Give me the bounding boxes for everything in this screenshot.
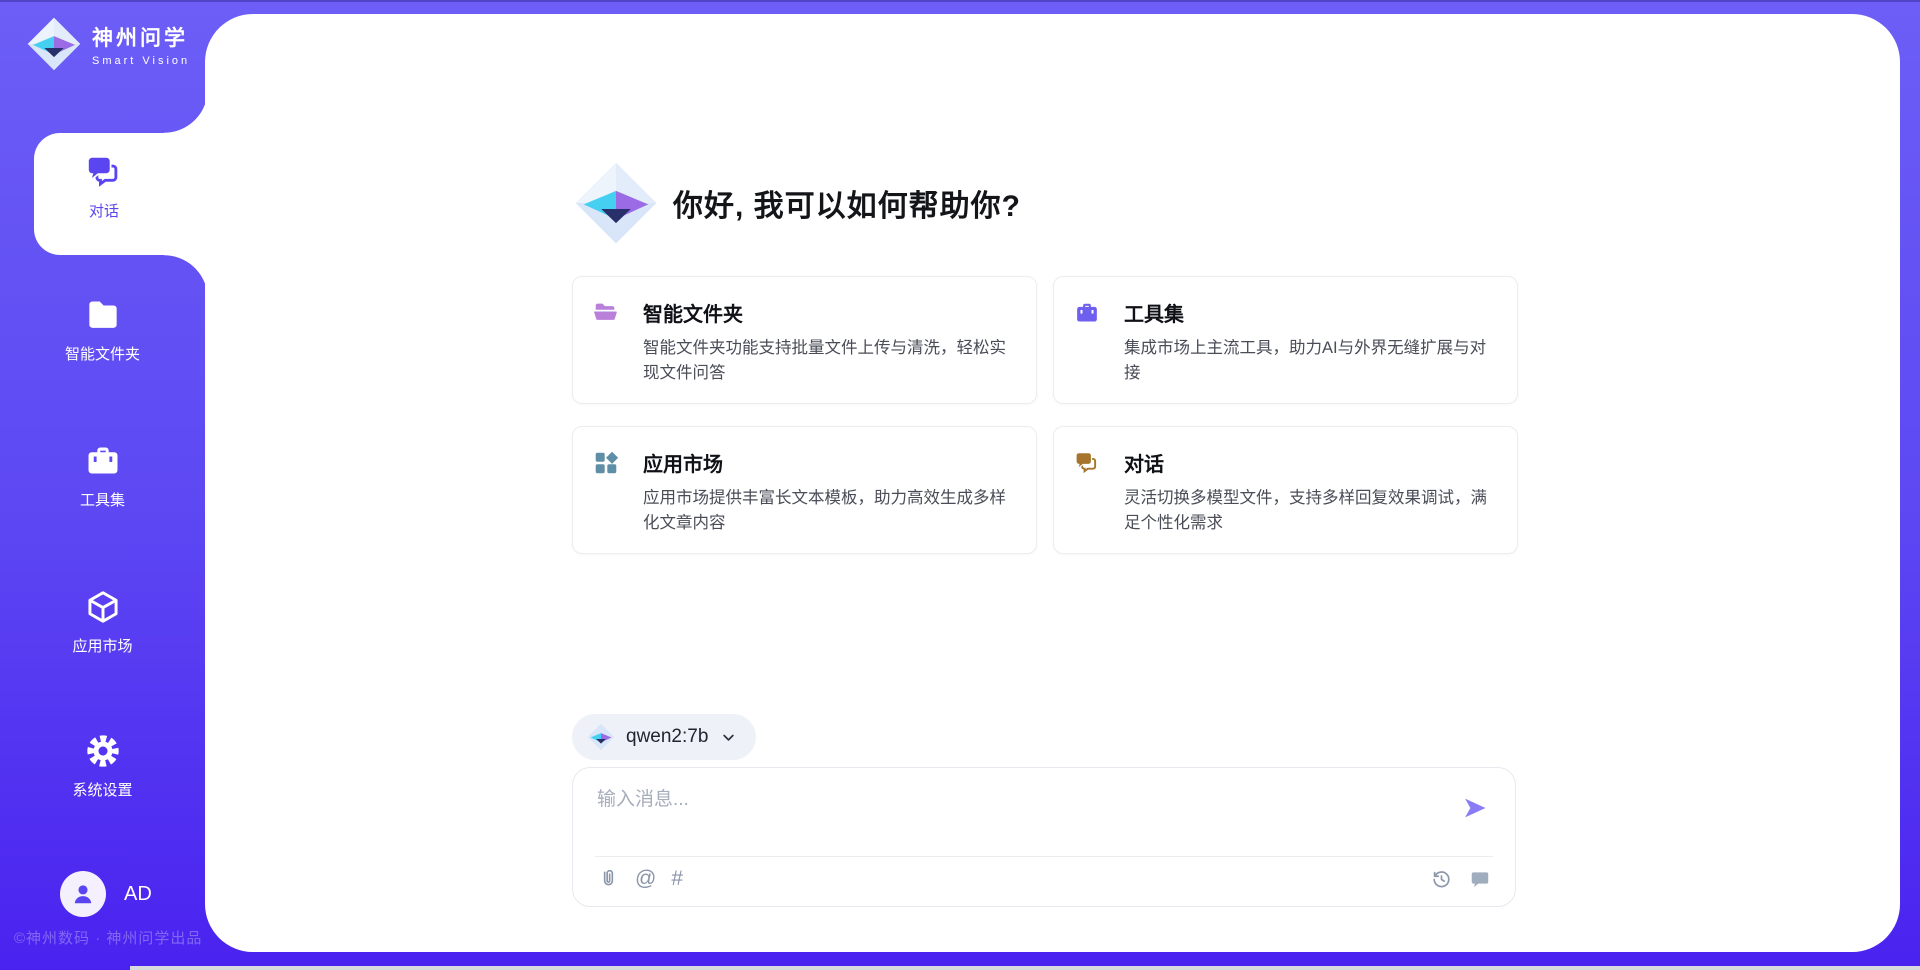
- brand-name: 神州问学: [92, 22, 190, 52]
- window-bottom-edge: [130, 966, 1920, 970]
- sidebar-item-app-market[interactable]: 应用市场: [0, 588, 205, 656]
- message-input[interactable]: [597, 785, 1417, 815]
- tab-curve-top: [164, 89, 208, 133]
- card-description: 应用市场提供丰富长文本模板，助力高效生成多样化文章内容: [643, 486, 1012, 536]
- folder-open-icon: [593, 300, 619, 326]
- at-icon[interactable]: @: [635, 867, 656, 890]
- message-composer: @ #: [572, 767, 1516, 907]
- card-description: 智能文件夹功能支持批量文件上传与清洗，轻松实现文件问答: [643, 336, 1012, 386]
- chat-bubble-icon: [1468, 868, 1491, 891]
- sidebar-item-smart-folder[interactable]: 智能文件夹: [0, 296, 205, 364]
- sidebar-item-label: 工具集: [80, 489, 125, 510]
- card-description: 灵活切换多模型文件，支持多样回复效果调试，满足个性化需求: [1124, 486, 1493, 536]
- sidebar-item-settings[interactable]: 系统设置: [0, 732, 205, 800]
- main-panel: 你好, 我可以如何帮助你? 智能文件夹 智能文件夹功能支持批量文件上传与清洗，轻…: [205, 14, 1900, 952]
- attach-file-button[interactable]: [597, 867, 620, 890]
- model-name: qwen2:7b: [626, 726, 708, 748]
- history-button[interactable]: [1430, 868, 1453, 891]
- person-icon: [70, 881, 96, 907]
- composer-tools-left: @ #: [597, 867, 683, 890]
- card-app-market[interactable]: 应用市场 应用市场提供丰富长文本模板，助力高效生成多样化文章内容: [572, 426, 1037, 554]
- user-initials: AD: [124, 883, 152, 906]
- gear-icon: [84, 732, 122, 770]
- card-title: 智能文件夹: [643, 298, 743, 327]
- sidebar-item-label: 系统设置: [72, 779, 132, 800]
- sidebar-item-chat[interactable]: 对话: [0, 153, 208, 221]
- card-toolset[interactable]: 工具集 集成市场上主流工具，助力AI与外界无缝扩展与对接: [1053, 276, 1518, 404]
- model-logo-icon: [587, 723, 615, 751]
- composer-divider: [595, 856, 1493, 857]
- sidebar-item-toolset[interactable]: 工具集: [0, 442, 205, 510]
- card-title: 应用市场: [643, 448, 723, 477]
- hash-icon[interactable]: #: [671, 867, 683, 890]
- chat-bubble-button[interactable]: [1468, 868, 1491, 891]
- send-button[interactable]: [1461, 794, 1489, 822]
- card-title: 对话: [1124, 448, 1164, 477]
- brand-diamond-icon: [26, 16, 82, 72]
- window-top-edge: [0, 0, 1920, 2]
- copyright-text: ©神州数码 · 神州问学出品: [14, 927, 202, 948]
- feature-cards: 智能文件夹 智能文件夹功能支持批量文件上传与清洗，轻松实现文件问答 工具集 集成…: [572, 276, 1518, 554]
- send-icon: [1461, 794, 1489, 822]
- grid-icon: [593, 450, 619, 476]
- folder-icon: [84, 296, 122, 334]
- greeting-diamond-icon: [573, 160, 659, 246]
- brand-subtitle: Smart Vision: [92, 55, 190, 67]
- toolbox-icon: [1074, 300, 1100, 326]
- cube-icon: [84, 588, 122, 626]
- chevron-down-icon: [719, 728, 738, 747]
- composer-tools-right: [1430, 868, 1491, 891]
- paperclip-icon: [597, 867, 620, 890]
- card-smart-folder[interactable]: 智能文件夹 智能文件夹功能支持批量文件上传与清洗，轻松实现文件问答: [572, 276, 1037, 404]
- chat-icon: [85, 153, 123, 191]
- sidebar-item-label: 智能文件夹: [65, 343, 140, 364]
- chat-icon: [1074, 450, 1100, 476]
- user-profile[interactable]: AD: [60, 871, 152, 917]
- card-title: 工具集: [1124, 298, 1184, 327]
- model-selector[interactable]: qwen2:7b: [572, 714, 756, 760]
- sidebar-item-label: 对话: [89, 200, 119, 221]
- toolbox-icon: [84, 442, 122, 480]
- history-icon: [1430, 868, 1453, 891]
- avatar: [60, 871, 106, 917]
- greeting-title: 你好, 我可以如何帮助你?: [673, 181, 1021, 225]
- greeting: 你好, 我可以如何帮助你?: [573, 160, 1021, 246]
- brand-logo: 神州问学 Smart Vision: [26, 16, 190, 72]
- tab-curve-bottom: [164, 255, 208, 299]
- sidebar-item-label: 应用市场: [72, 635, 132, 656]
- card-chat[interactable]: 对话 灵活切换多模型文件，支持多样回复效果调试，满足个性化需求: [1053, 426, 1518, 554]
- card-description: 集成市场上主流工具，助力AI与外界无缝扩展与对接: [1124, 336, 1493, 386]
